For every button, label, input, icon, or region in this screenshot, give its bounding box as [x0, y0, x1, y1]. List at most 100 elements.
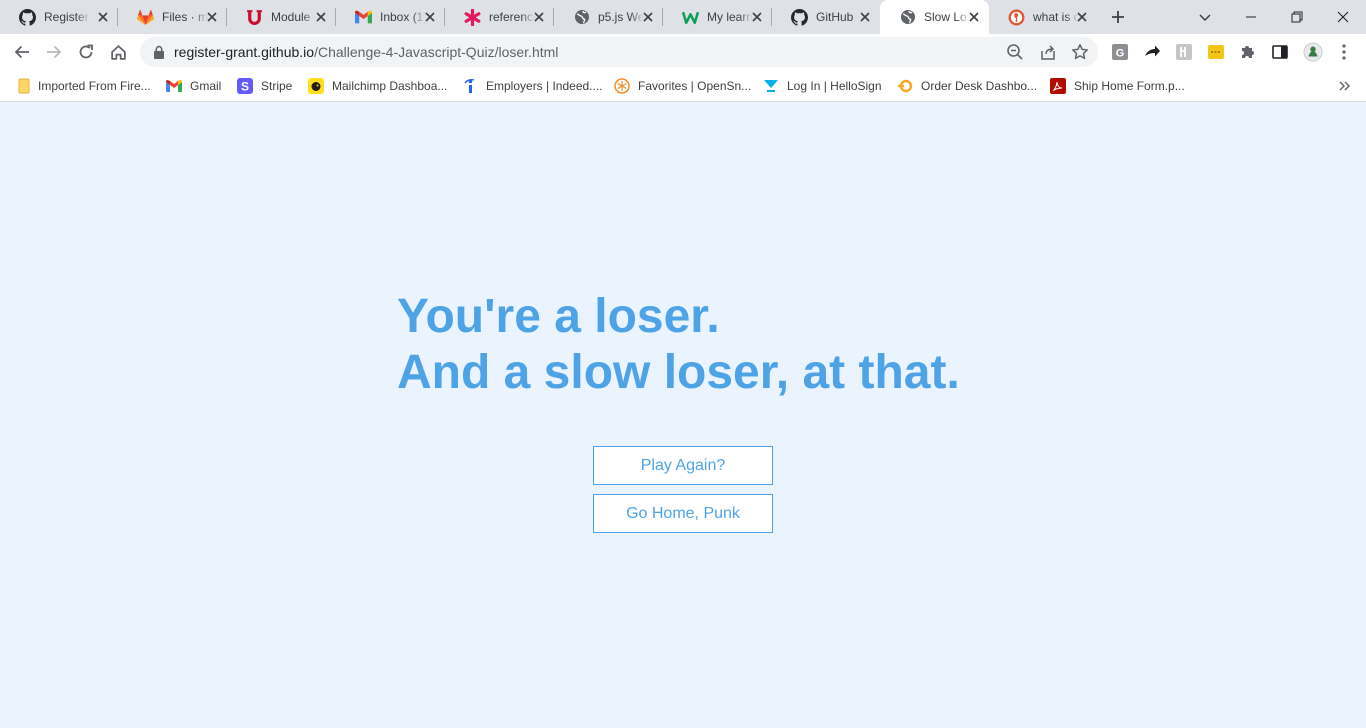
bookmark-order-desk[interactable]: Order Desk Dashbo... [897, 76, 1037, 96]
tab-title: Module [271, 10, 311, 24]
tab-title: Inbox (1) [380, 10, 426, 24]
bookmarks-overflow-icon[interactable] [1338, 76, 1352, 96]
bookmarks-bar: Imported From Fire... Gmail S Stripe Mai… [0, 70, 1366, 102]
url-host: register-grant.github.io [174, 44, 315, 60]
bookmark-star-icon[interactable] [1071, 43, 1089, 61]
gmail-icon [166, 78, 182, 94]
close-icon[interactable] [533, 11, 545, 23]
zoom-icon[interactable] [1006, 43, 1024, 61]
github-icon [19, 8, 36, 26]
tab-title: Files · main [162, 10, 208, 24]
address-bar[interactable]: register-grant.github.io/Challenge-4-Jav… [140, 37, 1098, 67]
grammarly-icon[interactable]: G [1110, 42, 1130, 62]
tab-files[interactable]: Files · main [118, 0, 227, 34]
indeed-icon [462, 78, 478, 94]
profile-avatar[interactable] [1303, 42, 1323, 62]
bookmark-label: Stripe [261, 79, 293, 93]
close-icon[interactable] [642, 11, 654, 23]
back-icon[interactable] [12, 42, 32, 62]
tab-strip: Register-grant Files · main Module Inbox… [0, 0, 1366, 34]
go-home-button[interactable]: Go Home, Punk [593, 494, 773, 533]
highlighter-icon[interactable] [1206, 42, 1226, 62]
close-icon[interactable] [859, 11, 871, 23]
duckduckgo-icon [1008, 9, 1025, 26]
close-icon[interactable] [315, 11, 327, 23]
minimize-icon[interactable] [1228, 0, 1274, 34]
tab-github[interactable]: GitHub [772, 0, 880, 34]
close-icon[interactable] [206, 11, 218, 23]
reload-icon[interactable] [76, 42, 96, 62]
close-icon[interactable] [968, 11, 980, 23]
close-window-icon[interactable] [1320, 0, 1366, 34]
tab-title: p5.js Web [598, 10, 644, 24]
bookmark-stripe[interactable]: S Stripe [237, 76, 292, 96]
tab-register-grant[interactable]: Register-grant [0, 0, 118, 34]
loser-heading: You're a loser. And a slow loser, at tha… [397, 289, 960, 401]
lock-icon[interactable] [153, 45, 165, 59]
bookmark-label: Ship Home Form.p... [1074, 79, 1185, 93]
tab-my-learning[interactable]: My learning [663, 0, 772, 34]
tab-title: Register-grant [44, 10, 90, 24]
github-icon [791, 8, 808, 26]
url-path: /Challenge-4-Javascript-Quiz/loser.html [314, 44, 559, 60]
bookmark-gmail[interactable]: Gmail [166, 76, 221, 96]
forward-icon[interactable] [44, 42, 64, 62]
bookmark-indeed[interactable]: Employers | Indeed.... [462, 76, 603, 96]
asterisk-icon [464, 8, 481, 26]
mailchimp-icon [308, 78, 324, 94]
bookmark-label: Favorites | OpenSn... [638, 79, 752, 93]
side-panel-icon[interactable] [1270, 42, 1290, 62]
svg-text:S: S [241, 80, 249, 94]
gmail-icon [355, 9, 372, 26]
share-icon[interactable] [1039, 43, 1057, 61]
page-content: You're a loser. And a slow loser, at tha… [0, 102, 1366, 728]
heading-line-2: And a slow loser, at that. [397, 346, 960, 399]
opensnow-icon [614, 78, 630, 94]
tab-search-chevron-icon[interactable] [1182, 0, 1228, 34]
restore-icon[interactable] [1274, 0, 1320, 34]
url-text[interactable]: register-grant.github.io/Challenge-4-Jav… [174, 37, 558, 67]
bookmark-ship-home-form[interactable]: Ship Home Form.p... [1050, 76, 1185, 96]
gitlab-icon [137, 9, 154, 26]
tab-inbox[interactable]: Inbox (1) [336, 0, 445, 34]
tab-p5js[interactable]: p5.js Web [554, 0, 663, 34]
puzzle-icon[interactable] [1238, 42, 1258, 62]
bookmark-label: Order Desk Dashbo... [921, 79, 1038, 93]
orderdesk-icon [897, 78, 913, 94]
heading-line-1: You're a loser. [397, 290, 720, 343]
play-again-button[interactable]: Play Again? [593, 446, 773, 485]
tab-module[interactable]: Module [227, 0, 336, 34]
tab-slow-loser[interactable]: Slow Loser [880, 0, 989, 34]
bookmark-label: Mailchimp Dashboa... [332, 79, 448, 93]
new-tab-icon[interactable] [1110, 9, 1126, 25]
tab-reference[interactable]: reference [445, 0, 554, 34]
utah-icon [246, 9, 263, 26]
tab-title: what is c [1033, 10, 1079, 24]
extension-icon[interactable] [1174, 42, 1194, 62]
bookmark-label: Imported From Fire... [38, 79, 151, 93]
bookmark-hellosign[interactable]: Log In | HelloSign [763, 76, 882, 96]
bookmark-mailchimp[interactable]: Mailchimp Dashboa... [308, 76, 447, 96]
bookmark-imported-from-firefox[interactable]: Imported From Fire... [16, 76, 151, 96]
more-menu-icon[interactable] [1334, 42, 1354, 62]
bookmark-label: Gmail [190, 79, 222, 93]
stripe-icon: S [237, 78, 253, 94]
home-icon[interactable] [108, 42, 128, 62]
tab-title: Slow Loser [924, 10, 970, 24]
folder-icon [16, 78, 32, 94]
svg-text:G: G [1116, 48, 1125, 60]
hellosign-icon [763, 78, 779, 94]
globe-icon [573, 9, 590, 26]
tab-title: My learning [707, 10, 753, 24]
arrow-extension-icon[interactable] [1142, 42, 1162, 62]
globe-icon [899, 9, 916, 26]
close-icon[interactable] [97, 11, 109, 23]
close-icon[interactable] [424, 11, 436, 23]
tab-what-is[interactable]: what is c [989, 0, 1097, 34]
close-icon[interactable] [1076, 11, 1088, 23]
bookmark-label: Log In | HelloSign [787, 79, 882, 93]
close-icon[interactable] [751, 11, 763, 23]
bookmark-opensnow[interactable]: Favorites | OpenSn... [614, 76, 751, 96]
w-icon [682, 9, 699, 26]
pdf-icon [1050, 78, 1066, 94]
